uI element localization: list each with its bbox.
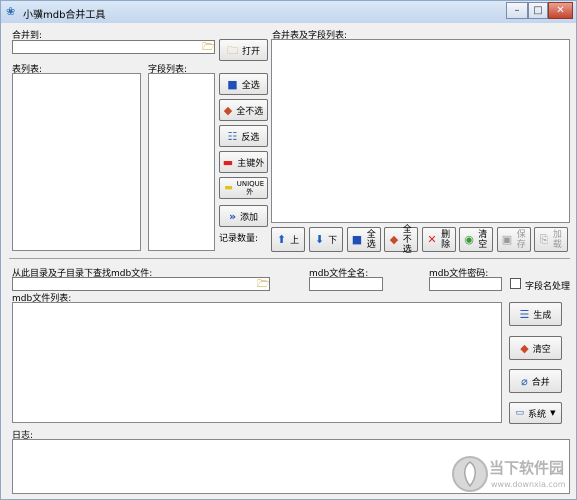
- select-all-button[interactable]: ■ 全选: [219, 73, 268, 95]
- bullet-list-icon: ☰: [519, 307, 530, 321]
- merge-to-input[interactable]: [12, 40, 215, 54]
- table-list[interactable]: [12, 73, 141, 251]
- select-all-label: 全选: [241, 80, 260, 91]
- field-name-checkbox[interactable]: [510, 278, 521, 289]
- record-count-label: 记录数量:: [219, 234, 259, 244]
- merge-label: 合并: [531, 377, 550, 388]
- clear-label: 清空: [478, 229, 488, 250]
- field-name-process-label: 字段名处理: [525, 282, 571, 292]
- load-icon: ⎘: [539, 233, 549, 246]
- invert-button[interactable]: ☷ 反选: [219, 125, 268, 147]
- mdb-password-input[interactable]: [429, 277, 502, 291]
- search-dir-input[interactable]: [12, 277, 270, 291]
- save-label: 保存: [516, 229, 526, 250]
- folder-icon[interactable]: 🗁: [257, 277, 269, 294]
- merge-button[interactable]: ⌀ 合并: [509, 369, 562, 393]
- move-down-label: 下: [328, 236, 338, 246]
- select-none-button[interactable]: ◆ 全不选: [219, 99, 268, 121]
- clear-list-button[interactable]: ◆ 清空: [509, 336, 562, 360]
- generate-button[interactable]: ☰ 生成: [509, 302, 562, 326]
- palette-icon: ◆: [223, 103, 233, 117]
- arrow-up-icon: ⬆: [276, 233, 287, 246]
- uncheck-all-button[interactable]: ◆ 全不选: [384, 224, 418, 255]
- minimize-button[interactable]: –: [506, 2, 528, 19]
- clear-list-label: 清空: [532, 344, 551, 355]
- palette-icon: ◆: [520, 341, 529, 355]
- arrow-down-icon: ⬇: [314, 233, 325, 246]
- delete-label: 删除: [441, 229, 451, 250]
- check-all-button[interactable]: ■ 全选: [347, 227, 381, 252]
- divider: [9, 258, 570, 259]
- save-button[interactable]: ▣ 保存: [497, 227, 531, 252]
- move-up-button[interactable]: ⬆ 上: [271, 227, 305, 252]
- watermark-url: www.downxia.com: [491, 480, 566, 489]
- maximize-button[interactable]: □: [528, 2, 548, 19]
- except-pk-label: 主键外: [237, 158, 265, 169]
- load-button[interactable]: ⎘ 加载: [534, 227, 568, 252]
- add-button[interactable]: » 添加: [219, 205, 268, 227]
- field-list[interactable]: [148, 73, 215, 251]
- app-window: ❀ 小骥mdb合并工具 – □ ✕ 合并到: 🗁 表列表: 字段列表: 🗀 打开…: [0, 0, 577, 500]
- yellow-key-icon: ▬: [224, 182, 233, 193]
- title-bar: ❀ 小骥mdb合并工具 – □ ✕: [1, 1, 576, 23]
- except-pk-button[interactable]: ▬ 主键外: [219, 151, 268, 173]
- red-key-icon: ▬: [222, 155, 234, 169]
- mdb-fullname-input[interactable]: [309, 277, 383, 291]
- add-label: 添加: [240, 212, 259, 223]
- select-none-label: 全不选: [236, 106, 264, 117]
- square-icon: ■: [227, 77, 238, 91]
- system-label: 系统: [528, 409, 547, 420]
- generate-label: 生成: [533, 310, 552, 321]
- clear-button[interactable]: ◉ 清空: [459, 227, 493, 252]
- move-up-label: 上: [290, 236, 300, 246]
- mdb-file-list[interactable]: [12, 302, 502, 423]
- dropdown-arrow-icon: ▼: [550, 409, 556, 417]
- floppy-icon: ▣: [501, 233, 513, 246]
- invert-label: 反选: [241, 132, 260, 143]
- unique-except-button[interactable]: ▬ UNIQUE外: [219, 177, 268, 199]
- list-icon: ☷: [227, 129, 238, 143]
- watermark-icon: [452, 456, 488, 492]
- palette-icon: ◆: [389, 233, 399, 246]
- check-all-label: 全选: [366, 229, 376, 250]
- open-label: 打开: [241, 46, 260, 57]
- double-chevron-right-icon: »: [228, 209, 237, 223]
- uncheck-all-label: 全不选: [402, 224, 412, 255]
- move-down-button[interactable]: ⬇ 下: [309, 227, 343, 252]
- load-label: 加载: [552, 229, 562, 250]
- system-icon: ▭: [515, 407, 525, 418]
- x-icon: ✕: [427, 233, 437, 246]
- app-icon: ❀: [6, 5, 16, 18]
- paperclip-icon: ⌀: [521, 374, 528, 388]
- window-title: 小骥mdb合并工具: [23, 10, 106, 21]
- square-icon: ■: [351, 233, 363, 246]
- folder-icon[interactable]: 🗁: [202, 40, 214, 57]
- unique-except-label: UNIQUE外: [236, 180, 265, 196]
- delete-button[interactable]: ✕ 删除: [422, 227, 456, 252]
- watermark-text: 当下软件园: [489, 459, 565, 477]
- eraser-icon: ◉: [464, 233, 474, 246]
- merge-table-field-list[interactable]: [271, 39, 570, 223]
- system-menu-button[interactable]: ▭ 系统 ▼: [509, 402, 562, 424]
- folder-open-icon: 🗀: [226, 43, 238, 57]
- watermark-logo: 当下软件园 www.downxia.com: [449, 453, 574, 497]
- open-button[interactable]: 🗀 打开: [219, 39, 268, 61]
- close-button[interactable]: ✕: [548, 2, 573, 19]
